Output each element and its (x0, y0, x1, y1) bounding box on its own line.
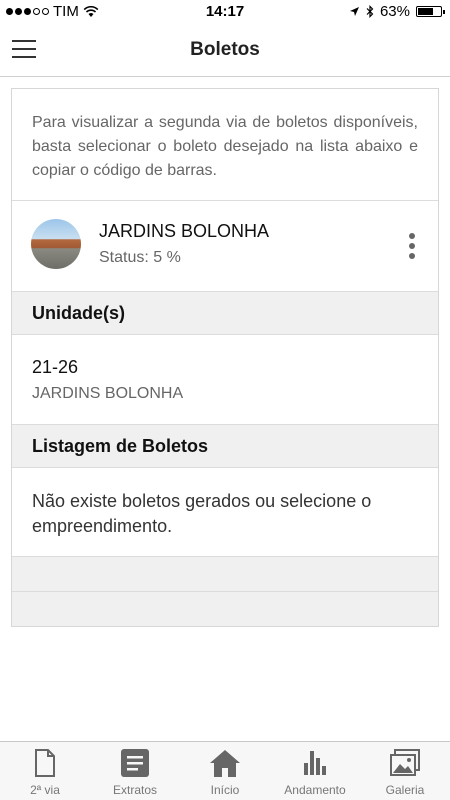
boletos-section-title: Listagem de Boletos (32, 436, 209, 456)
tab-label: Andamento (284, 783, 346, 797)
tab-label: Início (210, 783, 240, 797)
page-title: Boletos (190, 39, 260, 60)
document-icon (35, 749, 55, 777)
unit-code[interactable]: 21-26 (32, 357, 78, 378)
bar-chart-icon (304, 751, 326, 775)
tab-extratos[interactable]: Extratos (90, 742, 180, 800)
empreendimento-avatar (31, 219, 81, 269)
home-icon (210, 750, 240, 777)
tab-inicio[interactable]: Início (180, 742, 270, 800)
units-section-title: Unidade(s) (32, 303, 126, 323)
empty-row (12, 556, 438, 591)
empreendimento-name: JARDINS BOLONHA (99, 221, 270, 241)
tab-segunda-via[interactable]: 2ª via (0, 742, 90, 800)
tab-label: Galeria (385, 783, 425, 797)
units-section-header: Unidade(s) (12, 291, 438, 335)
battery-percent: 63% (379, 3, 410, 20)
empty-boletos-message: Não existe boletos gerados ou selecione … (32, 491, 372, 536)
empty-row (12, 591, 438, 626)
status-bar: TIM 14:17 63% (0, 0, 450, 24)
tab-andamento[interactable]: Andamento (270, 742, 360, 800)
intro-text: Para visualizar a segunda via de boletos… (32, 114, 418, 179)
bluetooth-icon (366, 5, 374, 18)
location-icon (349, 7, 359, 16)
empreendimento-row[interactable]: JARDINS BOLONHA Status: 5 % (12, 201, 438, 291)
boletos-section-header: Listagem de Boletos (12, 424, 438, 468)
gallery-icon (390, 749, 420, 776)
more-vert-icon[interactable] (408, 233, 416, 261)
tab-label: 2ª via (30, 783, 60, 797)
tab-bar: 2ª via Extratos Início Andamento Galeria (0, 741, 450, 800)
tab-label: Extratos (112, 783, 157, 797)
list-icon (121, 749, 149, 777)
boletos-card: Para visualizar a segunda via de boletos… (11, 88, 439, 627)
nav-header: Boletos (0, 24, 450, 77)
tab-galeria[interactable]: Galeria (360, 742, 450, 800)
status-right: 63% (349, 3, 445, 20)
battery-icon (416, 6, 445, 17)
unit-name: JARDINS BOLONHA (32, 385, 184, 402)
empreendimento-status: Status: 5 % (99, 249, 181, 266)
